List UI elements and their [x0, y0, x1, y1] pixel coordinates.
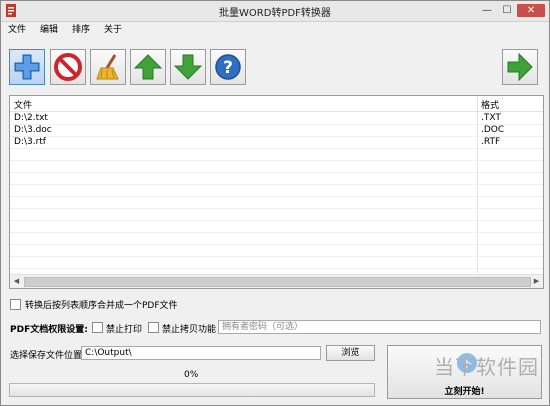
help-icon: ? [215, 54, 241, 80]
column-header-format[interactable]: 格式 [481, 98, 499, 111]
merge-label: 转换后按列表顺序合并成一个PDF文件 [25, 301, 178, 311]
next-arrow-icon [507, 52, 533, 82]
next-button[interactable] [502, 49, 538, 85]
title-bar: 批量WORD转PDF转换器 — ☐ ✕ [1, 1, 549, 22]
file-format: .RTF [481, 137, 501, 147]
window-title: 批量WORD转PDF转换器 [219, 8, 331, 19]
progress-text: 0% [184, 370, 199, 380]
no-print-label: 禁止打印 [106, 325, 143, 335]
file-list[interactable]: 文件 格式 D:\2.txt .TXT D:\3.doc .DOC D:\3.r… [9, 95, 544, 289]
progress-bar [9, 383, 375, 397]
horizontal-scrollbar[interactable]: ◀ ▶ [10, 274, 543, 288]
app-window: 批量WORD转PDF转换器 — ☐ ✕ 文件 编辑 排序 关于 ? 文件 格式 … [0, 0, 550, 406]
maximize-button[interactable]: ☐ [497, 4, 517, 17]
help-button[interactable]: ? [210, 49, 246, 85]
minimize-button[interactable]: — [477, 4, 497, 17]
list-header: 文件 格式 [10, 96, 543, 112]
scroll-thumb[interactable] [24, 277, 531, 287]
table-row [10, 256, 543, 269]
file-path: D:\3.doc [14, 125, 52, 135]
menu-sort[interactable]: 排序 [65, 22, 97, 39]
file-format: .DOC [481, 125, 505, 135]
owner-password-input[interactable]: 拥有者密码（可选） [218, 320, 541, 334]
close-button[interactable]: ✕ [517, 4, 545, 17]
scroll-right-icon[interactable]: ▶ [530, 275, 543, 288]
browse-button[interactable]: 浏览 [326, 345, 375, 361]
clear-icon [96, 54, 119, 80]
menu-edit[interactable]: 编辑 [33, 22, 65, 39]
move-up-button[interactable] [130, 49, 166, 85]
watermark-logo: 下 当下软件园 [426, 343, 550, 389]
save-location-label: 选择保存文件位置 [10, 351, 83, 361]
move-down-icon [173, 54, 203, 80]
pdf-permission-label: PDF文档权限设置: [10, 325, 88, 335]
delete-icon [54, 53, 82, 81]
watermark-text: 当下软件园 [434, 355, 539, 379]
menu-file[interactable]: 文件 [1, 22, 33, 39]
menu-about[interactable]: 关于 [97, 22, 129, 39]
scroll-left-icon[interactable]: ◀ [10, 275, 23, 288]
move-down-button[interactable] [170, 49, 206, 85]
move-up-icon [133, 54, 163, 80]
column-header-file[interactable]: 文件 [14, 98, 32, 111]
delete-file-button[interactable] [50, 49, 86, 85]
file-path: D:\2.txt [14, 113, 48, 123]
no-copy-label: 禁止拷贝功能 [162, 325, 217, 335]
add-file-button[interactable] [9, 49, 45, 85]
no-print-checkbox[interactable] [92, 322, 103, 333]
no-copy-checkbox[interactable] [148, 322, 159, 333]
merge-checkbox[interactable] [10, 299, 21, 310]
svg-text:?: ? [223, 58, 233, 78]
clear-list-button[interactable] [90, 49, 126, 85]
add-icon [14, 54, 40, 80]
file-format: .TXT [481, 113, 501, 123]
file-path: D:\3.rtf [14, 137, 46, 147]
menu-bar: 文件 编辑 排序 关于 [1, 22, 549, 39]
save-path-input[interactable]: C:\Output\ [81, 346, 321, 360]
